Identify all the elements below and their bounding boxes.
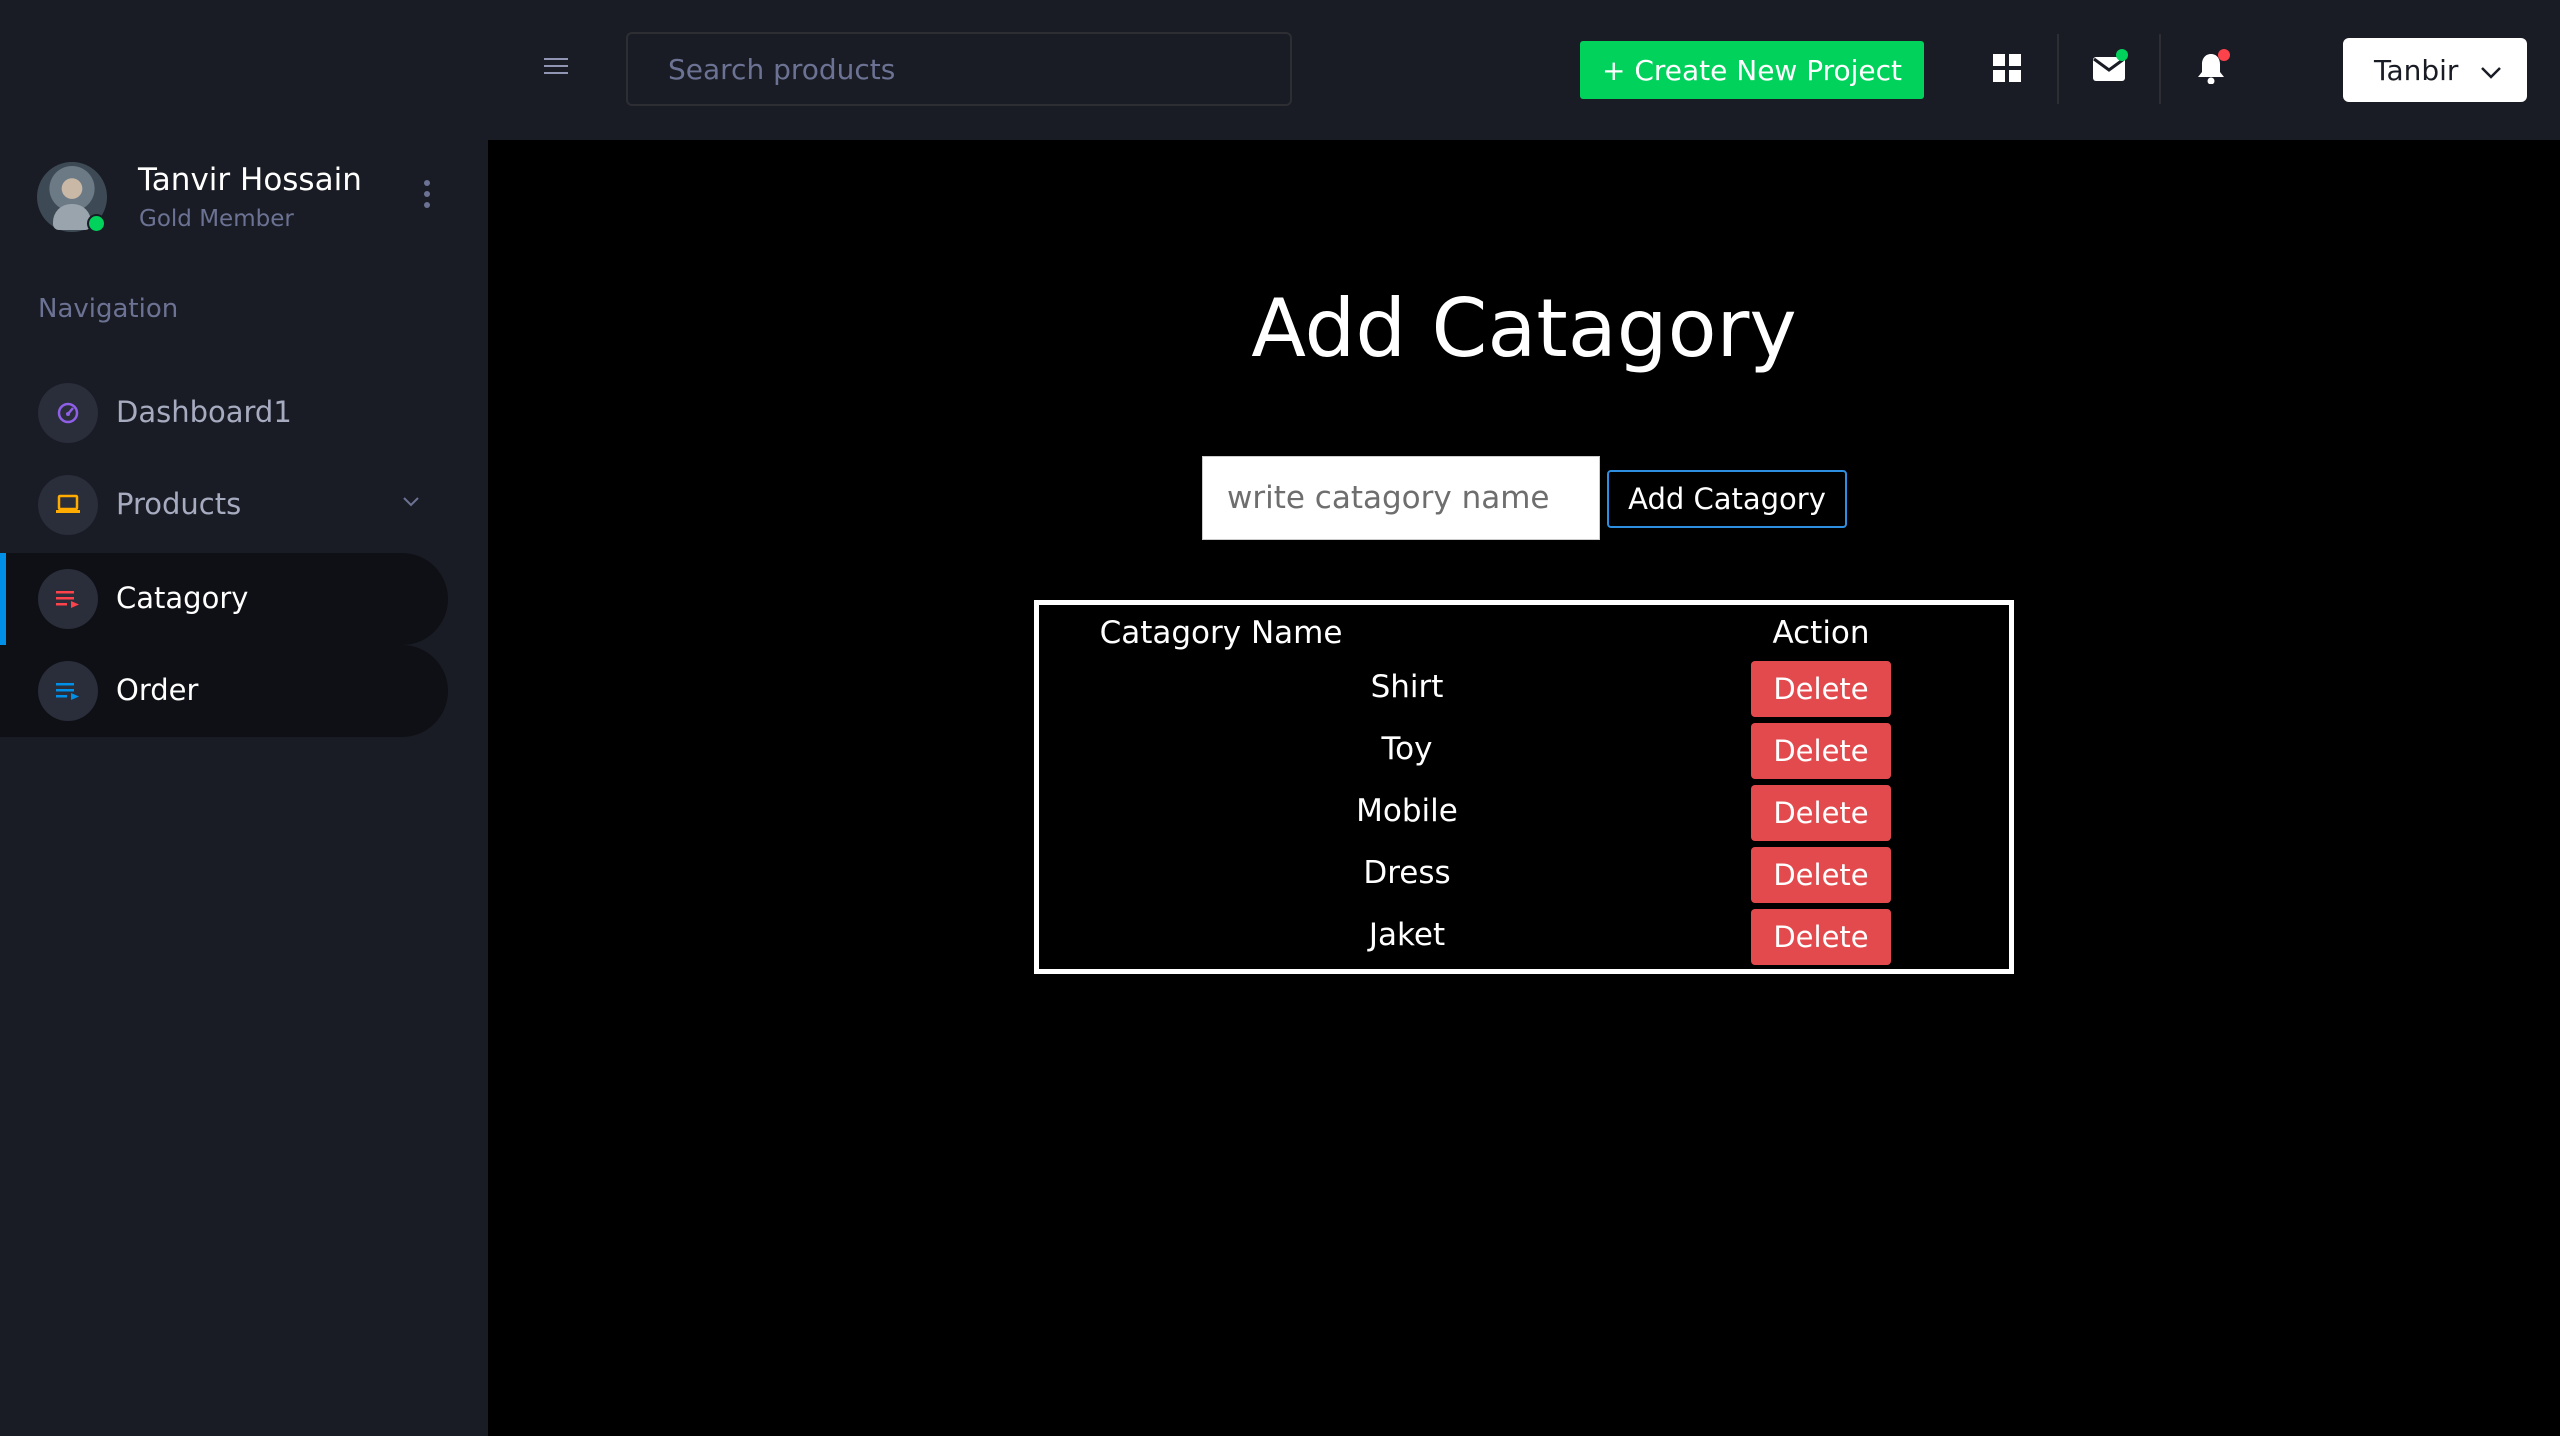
user-name-label: Tanbir (2374, 53, 2459, 87)
top-navbar: + Create New Project Tanbir (0, 0, 2560, 140)
notification-badge-dot (2218, 49, 2230, 61)
sidebar-item-label: Products (116, 487, 242, 521)
delete-button[interactable]: Delete (1751, 909, 1891, 965)
sidebar-item-label: Order (116, 673, 199, 707)
delete-button[interactable]: Delete (1751, 785, 1891, 841)
sidebar-item-order[interactable]: Order (0, 645, 448, 737)
table-header-name: Catagory Name (1099, 615, 1343, 651)
table-cell-name: Dress (1363, 855, 1451, 891)
sidebar-item-dashboard[interactable]: Dashboard1 (0, 367, 448, 459)
menu-toggle-icon[interactable] (544, 58, 568, 76)
catagory-name-input[interactable] (1202, 456, 1600, 540)
sidebar-item-label: Dashboard1 (116, 395, 292, 429)
laptop-icon (38, 475, 98, 535)
chevron-down-icon (402, 493, 420, 512)
profile-section: Tanvir Hossain Gold Member (37, 162, 457, 234)
more-vertical-icon[interactable] (421, 180, 433, 216)
sidebar-item-products[interactable]: Products (0, 459, 448, 551)
online-status-dot (87, 214, 106, 233)
table-cell-name: Toy (1381, 731, 1433, 767)
topbar-divider (2057, 34, 2059, 104)
create-new-project-button[interactable]: + Create New Project (1580, 41, 1924, 99)
topbar-divider (2159, 34, 2161, 104)
profile-level: Gold Member (139, 206, 294, 232)
page-title: Add Catagory (1251, 282, 1797, 375)
table-header-action: Action (1772, 615, 1870, 651)
speedometer-icon (38, 383, 98, 443)
sidebar-item-catagory[interactable]: Catagory (0, 553, 448, 645)
playlist-icon (38, 661, 98, 721)
table-cell-name: Mobile (1356, 793, 1458, 829)
add-catagory-button[interactable]: Add Catagory (1607, 470, 1847, 528)
grid-icon[interactable] (1987, 48, 2027, 88)
catagory-table: Catagory Name Action Shirt Delete Toy De… (1034, 600, 2014, 974)
table-cell-name: Shirt (1370, 669, 1444, 705)
sidebar: Tanvir Hossain Gold Member Navigation Da… (0, 140, 488, 1436)
profile-name: Tanvir Hossain (138, 162, 362, 198)
mail-badge-dot (2116, 49, 2128, 61)
table-cell-name: Jaket (1368, 917, 1446, 953)
search-box (626, 32, 1292, 106)
chevron-down-icon (2480, 54, 2502, 87)
delete-button[interactable]: Delete (1751, 661, 1891, 717)
delete-button[interactable]: Delete (1751, 723, 1891, 779)
main-content: Add Catagory Add Catagory Catagory Name … (488, 140, 2560, 1436)
delete-button[interactable]: Delete (1751, 847, 1891, 903)
search-input[interactable] (628, 34, 1290, 104)
playlist-icon (38, 569, 98, 629)
nav-heading: Navigation (38, 294, 179, 324)
user-dropdown-button[interactable]: Tanbir (2343, 38, 2527, 102)
sidebar-item-label: Catagory (116, 581, 249, 615)
